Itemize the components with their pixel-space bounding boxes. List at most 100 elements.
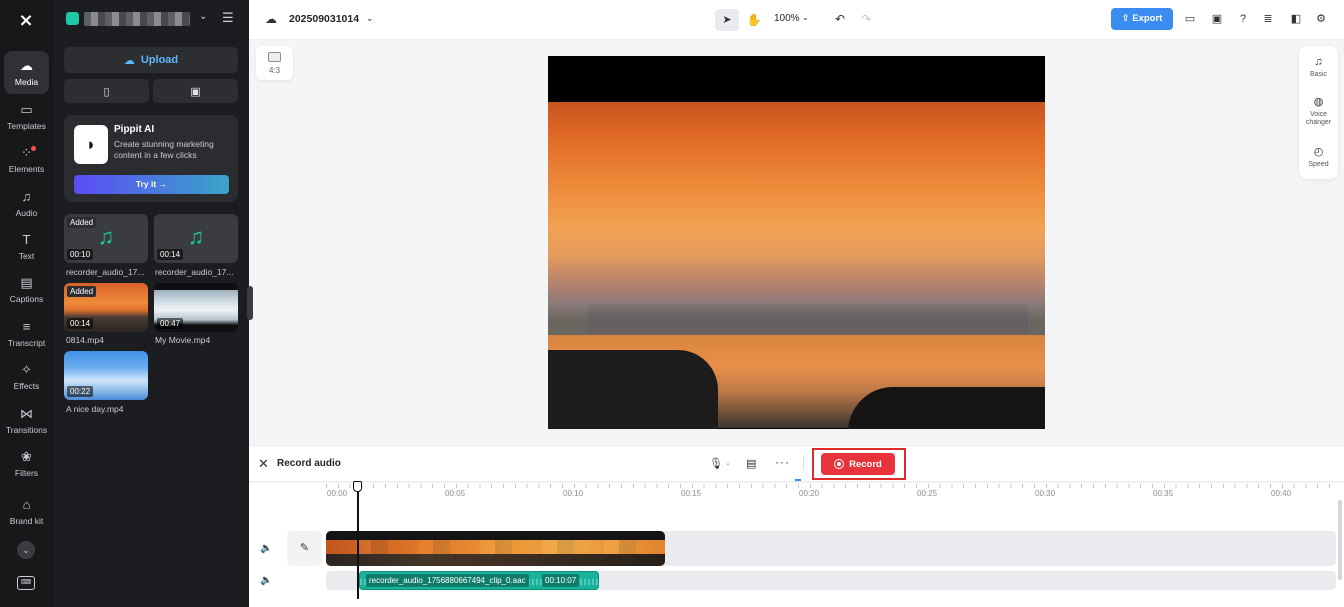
rail-item-text[interactable]: T Text: [4, 225, 49, 268]
cloud-sync-icon: ☁: [265, 12, 277, 26]
upload-label: Upload: [140, 54, 179, 66]
sunset-frame: [548, 102, 1045, 429]
media-card[interactable]: 00:22: [64, 351, 148, 400]
tool-voice-changer[interactable]: ◍ Voice changer: [1299, 96, 1338, 127]
rail-item-elements[interactable]: ⁘ Elements: [4, 138, 49, 181]
chevron-down-icon[interactable]: ⌄: [725, 459, 731, 467]
edit-cover-icon[interactable]: ✎: [287, 531, 322, 566]
pippit-logo-icon: ◗: [74, 125, 108, 164]
city-skyline: [588, 302, 1028, 336]
ruler-label: 00:35: [1153, 489, 1174, 498]
cloud-icon: ☁: [20, 57, 33, 73]
brand-kit-icon: ⌂: [22, 497, 31, 512]
transition-icon: ⋈: [20, 405, 33, 421]
review-icon[interactable]: ▣: [1209, 11, 1225, 27]
rail-item-audio[interactable]: ♫ Audio: [4, 182, 49, 225]
record-audio-bar: [249, 447, 1344, 482]
record-screen-icon: ▣: [190, 85, 201, 98]
record-icon: [834, 459, 845, 469]
tool-label: Speed: [1308, 161, 1329, 168]
media-name: 0814.mp4: [66, 335, 104, 345]
tool-label: Voice changer: [1305, 111, 1332, 126]
timeline-scrollbar[interactable]: [1338, 500, 1342, 580]
upload-button[interactable]: ☁ Upload: [64, 47, 238, 73]
speaker-icon[interactable]: 🔈: [260, 575, 272, 586]
teleprompter-icon[interactable]: ▤: [746, 457, 756, 470]
playhead-handle[interactable]: [353, 481, 362, 492]
hand-tool-icon[interactable]: ✋: [744, 9, 764, 31]
rail-item-templates[interactable]: ▭ Templates: [4, 95, 49, 138]
select-tool-icon[interactable]: ➤: [715, 9, 739, 31]
layers-icon[interactable]: ≣: [1260, 11, 1276, 27]
shoreline: [548, 350, 718, 429]
notification-dot: [31, 146, 36, 151]
media-card[interactable]: ♫ Added 00:10: [64, 214, 148, 263]
rail-item-filters[interactable]: ❀ Filters: [4, 442, 49, 485]
rail-item-brand-kit[interactable]: ⌂ Brand kit: [4, 489, 49, 535]
duration-badge: 00:10: [67, 249, 94, 260]
rail-item-transitions[interactable]: ⋈ Transitions: [4, 399, 49, 442]
aspect-ratio-icon: [268, 52, 281, 62]
duration-badge: 00:47: [157, 318, 184, 329]
media-card[interactable]: Added 00:14: [64, 283, 148, 332]
added-badge: Added: [67, 286, 97, 297]
video-preview[interactable]: [548, 56, 1045, 429]
media-card[interactable]: ♫ 00:14: [154, 214, 238, 263]
keyboard-shortcuts-icon[interactable]: ⌨: [17, 576, 35, 590]
project-title[interactable]: 202509031014: [289, 13, 359, 25]
rail-item-label: Effects: [13, 380, 40, 391]
help-icon[interactable]: ?: [1235, 11, 1251, 27]
chevron-down-icon[interactable]: ⌄: [802, 13, 809, 22]
audio-clip-name: recorder_audio_1756880667494_clip_0.aac: [366, 574, 529, 587]
playhead[interactable]: [357, 489, 359, 599]
rail-item-effects[interactable]: ✧ Effects: [4, 355, 49, 398]
capcut-logo-icon[interactable]: ⨯: [14, 10, 38, 30]
expand-chevron-icon[interactable]: ⌄: [17, 541, 35, 559]
rail-item-label: Audio: [15, 207, 38, 218]
undo-icon[interactable]: ↶: [835, 12, 845, 26]
music-note-icon: ♫: [21, 188, 32, 204]
tool-speed[interactable]: ◴ Speed: [1299, 146, 1338, 169]
record-button[interactable]: Record: [821, 453, 895, 475]
close-icon[interactable]: ✕: [258, 456, 269, 472]
chevron-down-icon[interactable]: ⌄: [199, 11, 207, 22]
rail-item-label: Transcript: [7, 337, 46, 348]
rail-item-label: Captions: [9, 293, 44, 304]
speaker-icon[interactable]: 🔈: [260, 543, 272, 554]
media-name: A nice day.mp4: [66, 404, 124, 414]
aspect-ratio-button[interactable]: 4:3: [256, 46, 293, 80]
filter-icon: ❀: [21, 448, 32, 464]
screen-record-button[interactable]: ▣: [153, 79, 238, 103]
settings-icon[interactable]: ⚙: [1313, 11, 1329, 27]
export-button[interactable]: ⇪ Export: [1111, 8, 1173, 30]
present-icon[interactable]: ▭: [1182, 11, 1198, 27]
media-card[interactable]: 00:47: [154, 283, 238, 332]
chevron-down-icon[interactable]: ⌄: [366, 13, 374, 24]
transcript-icon: ≡: [22, 318, 31, 334]
workspace-name-redacted[interactable]: [84, 12, 190, 26]
rail-item-captions[interactable]: ▤ Captions: [4, 268, 49, 311]
audio-clip[interactable]: recorder_audio_1756880667494_clip_0.aac …: [359, 571, 599, 590]
video-clip[interactable]: [326, 531, 665, 566]
tool-basic[interactable]: ♫ Basic: [1299, 56, 1338, 79]
rail-item-transcript[interactable]: ≡ Transcript: [4, 312, 49, 355]
try-it-button[interactable]: Try it →: [74, 175, 229, 194]
template-icon: ▭: [20, 101, 33, 117]
rail-item-media[interactable]: ☁ Media: [4, 51, 49, 94]
tool-label: Basic: [1309, 71, 1328, 78]
zoom-level[interactable]: 100%: [774, 13, 800, 24]
redo-icon[interactable]: ↷: [861, 12, 871, 26]
panel-toggle-icon[interactable]: ◧: [1288, 11, 1304, 27]
ruler-ticks: [326, 484, 1336, 488]
phone-upload-button[interactable]: ▯: [64, 79, 149, 103]
ruler-label: 00:15: [681, 489, 702, 498]
panel-collapse-handle[interactable]: [247, 286, 253, 320]
ruler-label: 00:00: [327, 489, 348, 498]
workspace-logo-icon: [66, 12, 79, 25]
more-options-icon[interactable]: ···: [775, 455, 790, 469]
panel-menu-icon[interactable]: ☰: [222, 11, 234, 25]
microphone-icon[interactable]: 🎙: [709, 457, 723, 470]
frame-strip-land: [326, 554, 665, 566]
music-note-icon: ♫: [1314, 56, 1323, 68]
audio-clip-duration: 00:10:07: [542, 574, 580, 587]
